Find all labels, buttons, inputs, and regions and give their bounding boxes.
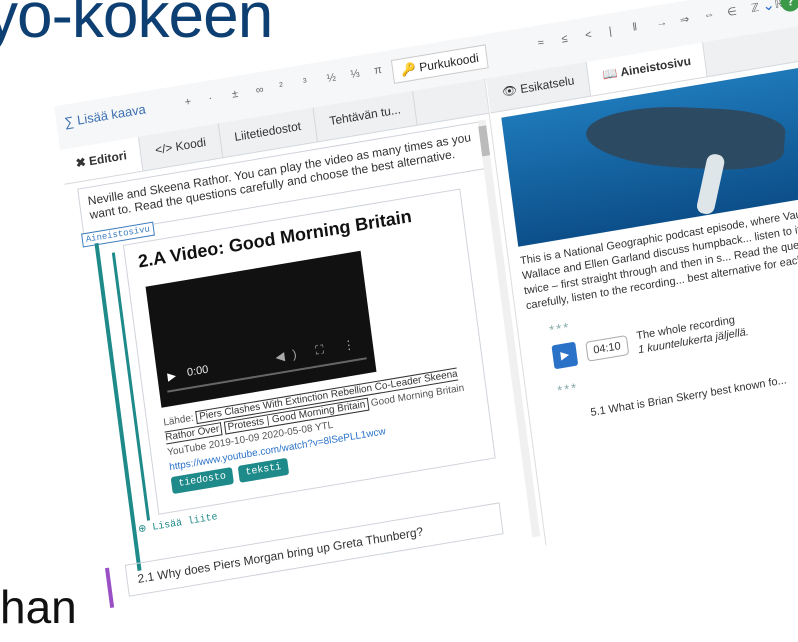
- symbol-button[interactable]: ³: [302, 76, 307, 89]
- slide-title: yo-kokeen: [0, 0, 273, 51]
- whale-body: [583, 102, 787, 173]
- symbol-button[interactable]: ‖: [632, 21, 638, 34]
- audio-time: 04:10: [585, 335, 629, 362]
- editor-screenshot: ∑ Lisää kaava +·±∞²³½⅓παβ≠≈≤<|‖→⇒⇔∈ℤℝ 🔑 …: [54, 0, 798, 617]
- symbol-button[interactable]: →: [655, 16, 667, 30]
- help-icon[interactable]: ?: [779, 0, 798, 13]
- symbol-button[interactable]: +: [184, 96, 192, 109]
- symbol-button[interactable]: ≈: [537, 37, 545, 50]
- symbol-button[interactable]: ∞: [255, 84, 264, 97]
- book-icon: 📖: [601, 65, 622, 83]
- question-pin: [104, 567, 115, 608]
- symbol-button[interactable]: ½: [326, 72, 337, 85]
- symbol-button[interactable]: <: [584, 29, 592, 42]
- play-icon[interactable]: ▶: [167, 369, 177, 383]
- video-player[interactable]: ▶ 0:00 ◀) ⛶ ⋮: [145, 250, 377, 408]
- symbol-button[interactable]: ⅓: [350, 68, 361, 81]
- add-attachment-button[interactable]: ⊕ Lisää liite: [138, 511, 219, 536]
- slide-footer-text: han: [0, 581, 77, 633]
- symbol-button[interactable]: ∈: [726, 4, 738, 18]
- video-time: 0:00: [186, 363, 210, 380]
- chevron-down-icon[interactable]: ⌄: [761, 0, 776, 15]
- symbol-button[interactable]: ≤: [561, 33, 569, 46]
- toolbar-right: ⌄ ?: [761, 0, 798, 16]
- symbol-button[interactable]: ⇒: [679, 12, 690, 26]
- video-card: 2.A Video: Good Morning Britain ▶ 0:00 ◀…: [122, 188, 496, 515]
- key-icon: 🔑: [400, 60, 421, 78]
- purkukoodi-button[interactable]: 🔑 Purkukoodi: [390, 44, 490, 84]
- symbol-button[interactable]: ·: [208, 92, 213, 105]
- symbol-button[interactable]: ℤ: [750, 1, 760, 15]
- symbol-button[interactable]: ²: [279, 80, 284, 93]
- symbol-button[interactable]: π: [373, 64, 382, 77]
- symbol-button[interactable]: ±: [231, 88, 239, 101]
- play-button[interactable]: ▶: [551, 341, 579, 370]
- symbol-button[interactable]: |: [608, 25, 612, 37]
- editor-panel: ✖ Editori </> Koodi Liitetiedostot Tehtä…: [60, 78, 547, 617]
- eye-icon: 👁: [501, 82, 522, 100]
- add-formula-button[interactable]: ∑ Lisää kaava: [63, 101, 146, 129]
- symbol-button[interactable]: ⇔: [703, 8, 715, 22]
